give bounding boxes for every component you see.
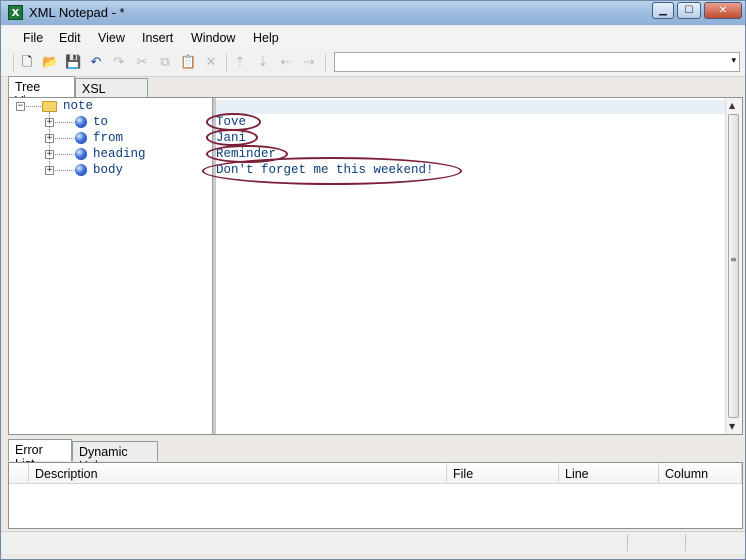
scroll-thumb[interactable]: ≡	[728, 114, 739, 418]
grip-icon: ≡	[730, 255, 737, 264]
minimize-button[interactable]: ▁	[652, 2, 674, 19]
element-icon	[75, 132, 87, 144]
cut-icon[interactable]: ✂	[134, 55, 150, 71]
selected-row-highlight	[216, 100, 727, 114]
status-bar	[1, 531, 745, 554]
expand-icon[interactable]: +	[45, 166, 54, 175]
tree-node-to[interactable]: to	[93, 115, 108, 129]
tree-connector	[55, 154, 74, 155]
output-tabs: Error List Dynamic Help	[1, 438, 745, 473]
expand-icon[interactable]: +	[45, 118, 54, 127]
column-header-file[interactable]: File	[447, 463, 559, 484]
view-tabs: Tree View XSL Output	[1, 76, 745, 110]
status-divider	[685, 534, 686, 551]
vertical-scrollbar[interactable]: ▲ ≡ ▼	[725, 98, 742, 434]
menu-edit[interactable]: Edit	[59, 31, 81, 45]
tab-dynamic-help[interactable]: Dynamic Help	[72, 441, 158, 473]
annotation-oval	[202, 157, 462, 185]
tree-node-heading[interactable]: heading	[93, 147, 146, 161]
tree-node-body[interactable]: body	[93, 163, 123, 177]
tree-view-panel: − note + to + from + heading + body Tove…	[8, 97, 743, 435]
tab-tree-view[interactable]: Tree View	[8, 76, 75, 108]
paste-icon[interactable]: 📋	[180, 55, 196, 71]
new-file-icon[interactable]: 🗋	[19, 55, 35, 71]
title-bar[interactable]: X XML Notepad - * ▁ ☐ ✕	[1, 1, 745, 25]
tree-node-from[interactable]: from	[93, 131, 123, 145]
scroll-up-icon[interactable]: ▲	[729, 101, 735, 110]
menu-file[interactable]: File	[23, 31, 43, 45]
toolbar-separator	[226, 54, 227, 72]
node-tree: − note + to + from + heading + body	[9, 98, 212, 434]
element-icon	[75, 164, 87, 176]
column-header-description[interactable]: Description	[29, 463, 447, 484]
status-divider	[627, 534, 628, 551]
window-title: XML Notepad - *	[29, 5, 125, 20]
menu-view[interactable]: View	[98, 31, 125, 45]
delete-icon[interactable]: ✕	[203, 55, 219, 71]
folder-icon	[42, 101, 57, 112]
save-icon[interactable]: 💾	[65, 55, 81, 71]
element-icon	[75, 148, 87, 160]
column-header-line[interactable]: Line	[559, 463, 659, 484]
collapse-icon[interactable]: −	[16, 102, 25, 111]
tab-xsl-output[interactable]: XSL Output	[75, 78, 148, 110]
tree-connector	[55, 138, 74, 139]
tree-node-note[interactable]: note	[63, 99, 93, 113]
menu-window[interactable]: Window	[191, 31, 235, 45]
chevron-down-icon[interactable]: ▾	[731, 56, 736, 66]
tab-error-list[interactable]: Error List	[8, 439, 72, 471]
node-values: Tove Jani Reminder Don't forget me this …	[202, 98, 727, 434]
expand-icon[interactable]: +	[45, 134, 54, 143]
app-window: X XML Notepad - * ▁ ☐ ✕ File Edit View I…	[0, 0, 746, 560]
menu-insert[interactable]: Insert	[142, 31, 173, 45]
xml-notepad-app-icon: X	[8, 5, 23, 20]
copy-icon[interactable]: ⧉	[157, 55, 173, 71]
tree-connector	[55, 122, 74, 123]
annotation-oval	[206, 129, 258, 146]
nudge-down-icon[interactable]: ⇣	[255, 55, 271, 71]
column-header-column[interactable]: Column	[659, 463, 742, 484]
nudge-up-icon[interactable]: ⇡	[232, 55, 248, 71]
error-list-panel: Description File Line Column	[8, 462, 743, 529]
maximize-button[interactable]: ☐	[677, 2, 701, 19]
tree-connector	[26, 106, 41, 107]
redo-icon[interactable]: ↷	[111, 55, 127, 71]
toolbar-grip	[13, 54, 14, 72]
open-folder-icon[interactable]: 📂	[42, 55, 58, 71]
menu-help[interactable]: Help	[253, 31, 279, 45]
menu-bar: File Edit View Insert Window Help	[1, 26, 745, 51]
close-button[interactable]: ✕	[704, 2, 742, 19]
tree-connector	[55, 170, 74, 171]
column-header-blank[interactable]	[9, 463, 29, 484]
expand-icon[interactable]: +	[45, 150, 54, 159]
toolbar-separator	[325, 54, 326, 72]
nudge-left-icon[interactable]: ⇠	[278, 55, 294, 71]
scroll-down-icon[interactable]: ▼	[729, 422, 735, 431]
xpath-location-combo[interactable]: ▾	[334, 52, 740, 72]
nudge-right-icon[interactable]: ⇢	[301, 55, 317, 71]
undo-icon[interactable]: ↶	[88, 55, 104, 71]
element-icon	[75, 116, 87, 128]
